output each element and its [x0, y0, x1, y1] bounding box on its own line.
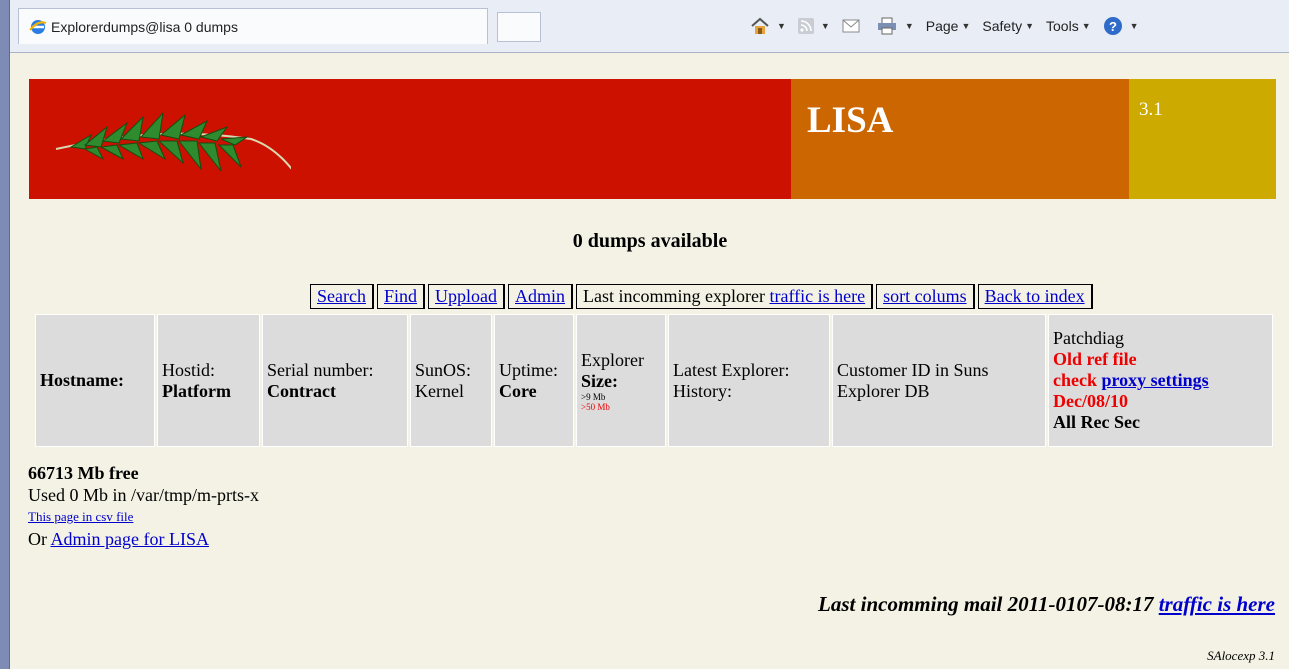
hostid-header: Hostid: — [162, 359, 216, 380]
nav-admin-cell: Admin — [508, 284, 574, 309]
ie-icon — [29, 19, 47, 34]
sort-columns-link[interactable]: sort colums — [883, 286, 967, 306]
browser-tab[interactable]: Explorerdumps@lisa 0 dumps — [18, 8, 488, 44]
admin-link[interactable]: Admin — [515, 286, 565, 306]
serial-header: Serial number: — [267, 359, 374, 380]
mail-icon — [842, 19, 860, 33]
rss-icon — [797, 18, 814, 34]
csv-link[interactable]: This page in csv file — [28, 509, 133, 524]
banner-title-section: LISA — [791, 79, 1129, 199]
traffic-link[interactable]: traffic is here — [769, 286, 865, 306]
used-space-text: Used 0 Mb in /var/tmp/m-prts-x — [28, 485, 259, 505]
tools-menu-label: Tools — [1046, 18, 1079, 34]
last-explorer-label: Last incomming explorer — [583, 286, 770, 306]
banner-version-section: 3.1 — [1129, 79, 1276, 199]
version-footer: SAlocexp 3.1 — [1207, 648, 1275, 663]
tab-title: Explorerdumps@lisa 0 dumps — [51, 18, 238, 35]
page-menu-label: Page — [925, 18, 959, 34]
chevron-down-icon: ▼ — [777, 21, 786, 31]
dumps-heading: 0 dumps available — [572, 230, 728, 252]
col-latest-explorer: Latest Explorer: History: — [668, 314, 830, 447]
tools-menu[interactable]: Tools ▼ — [1046, 18, 1091, 34]
platform-header: Platform — [162, 380, 231, 401]
col-hostname: Hostname: — [35, 314, 155, 447]
lisa-banner: LISA 3.1 — [29, 79, 1276, 199]
col-sunos: SunOS: Kernel — [410, 314, 492, 447]
col-customer-id: Customer ID in Suns Explorer DB — [832, 314, 1046, 447]
or-label: Or — [28, 529, 51, 549]
history-header: History: — [673, 380, 733, 401]
chrome-divider — [9, 52, 1289, 53]
nav-back-cell: Back to index — [977, 284, 1093, 309]
help-icon: ? — [1103, 17, 1122, 35]
free-space-text: 66713 Mb free — [28, 463, 139, 483]
page-menu[interactable]: Page ▼ — [926, 18, 971, 34]
fern-logo-icon — [55, 111, 291, 172]
check-label: check — [1053, 370, 1097, 390]
nav-search-cell: Search — [310, 284, 374, 309]
explorer-header: Explorer — [581, 349, 644, 370]
patchdiag-header: Patchdiag — [1053, 328, 1124, 348]
col-hostid: Hostid: Platform — [157, 314, 260, 447]
last-mail-line: Last incomming mail 2011-0107-08:17 traf… — [818, 592, 1275, 617]
patchdiag-date: Dec/08/10 — [1053, 391, 1128, 411]
nav-bar: Search Find Uppload Admin Last incomming… — [310, 284, 1096, 309]
size-small-legend: >9 Mb — [581, 391, 606, 402]
core-header: Core — [499, 380, 537, 401]
last-mail-text: Last incomming mail 2011-0107-08:17 — [818, 592, 1159, 616]
col-explorer-size: Explorer Size: >9 Mb >50 Mb — [576, 314, 666, 447]
chevron-down-icon: ▼ — [961, 21, 971, 31]
nav-traffic-cell: Last incomming explorer traffic is here — [576, 284, 874, 309]
print-button[interactable]: ▼ — [876, 17, 914, 35]
table-header-row: Hostname: Hostid: Platform Serial number… — [35, 314, 1273, 447]
chevron-down-icon: ▼ — [1129, 21, 1139, 31]
upload-link[interactable]: Uppload — [435, 286, 497, 306]
help-button[interactable]: ? ▼ — [1103, 16, 1139, 36]
chevron-down-icon: ▼ — [904, 21, 914, 31]
col-serial: Serial number: Contract — [262, 314, 408, 447]
latest-explorer-header: Latest Explorer: — [673, 359, 790, 380]
sunos-header: SunOS: — [415, 359, 472, 380]
read-mail-button[interactable] — [842, 19, 864, 33]
old-ref-file-warning: Old ref file — [1053, 349, 1137, 369]
safety-menu-label: Safety — [982, 18, 1023, 34]
chevron-down-icon: ▼ — [1081, 21, 1091, 31]
banner-logo-section — [29, 79, 791, 199]
mail-traffic-link[interactable]: traffic is here — [1159, 592, 1275, 616]
size-header: Size: — [581, 370, 618, 391]
customer-id-header: Customer ID in Suns Explorer DB — [837, 359, 989, 401]
dumps-table-header: Hostname: Hostid: Platform Serial number… — [33, 312, 1275, 449]
nav-find-cell: Find — [376, 284, 425, 309]
col-patchdiag: Patchdiag Old ref file check proxy setti… — [1048, 314, 1273, 447]
home-button[interactable]: ▼ — [750, 17, 786, 35]
chevron-down-icon: ▼ — [1025, 21, 1035, 31]
col-uptime: Uptime: Core — [494, 314, 574, 447]
svg-text:?: ? — [1109, 19, 1117, 34]
safety-menu[interactable]: Safety ▼ — [982, 18, 1034, 34]
contract-header: Contract — [267, 380, 336, 401]
back-to-index-link[interactable]: Back to index — [985, 286, 1085, 306]
feeds-button[interactable]: ▼ — [797, 18, 830, 34]
all-rec-sec-header: All Rec Sec — [1053, 412, 1140, 432]
home-icon — [751, 17, 769, 34]
proxy-settings-link[interactable]: proxy settings — [1102, 370, 1209, 390]
window-left-edge — [0, 0, 10, 669]
command-bar: ▼ ▼ ▼ Page ▼ Safety ▼ Tools ▼ ? ▼ — [750, 12, 1151, 40]
banner-title: LISA — [807, 100, 894, 141]
uptime-header: Uptime: — [499, 359, 558, 380]
kernel-header: Kernel — [415, 380, 464, 401]
nav-sort-cell: sort colums — [876, 284, 975, 309]
banner-version: 3.1 — [1139, 99, 1163, 120]
disk-info: 66713 Mb free Used 0 Mb in /var/tmp/m-pr… — [28, 462, 259, 550]
browser-chrome: Explorerdumps@lisa 0 dumps ▼ ▼ ▼ Page ▼ … — [0, 0, 1289, 52]
search-link[interactable]: Search — [317, 286, 366, 306]
hostname-header: Hostname: — [40, 370, 124, 390]
admin-page-link[interactable]: Admin page for LISA — [51, 529, 209, 549]
new-tab-button[interactable] — [497, 12, 541, 42]
chevron-down-icon: ▼ — [820, 21, 830, 31]
size-large-legend: >50 Mb — [581, 401, 610, 412]
printer-icon — [877, 17, 896, 35]
nav-upload-cell: Uppload — [428, 284, 505, 309]
find-link[interactable]: Find — [384, 286, 417, 306]
